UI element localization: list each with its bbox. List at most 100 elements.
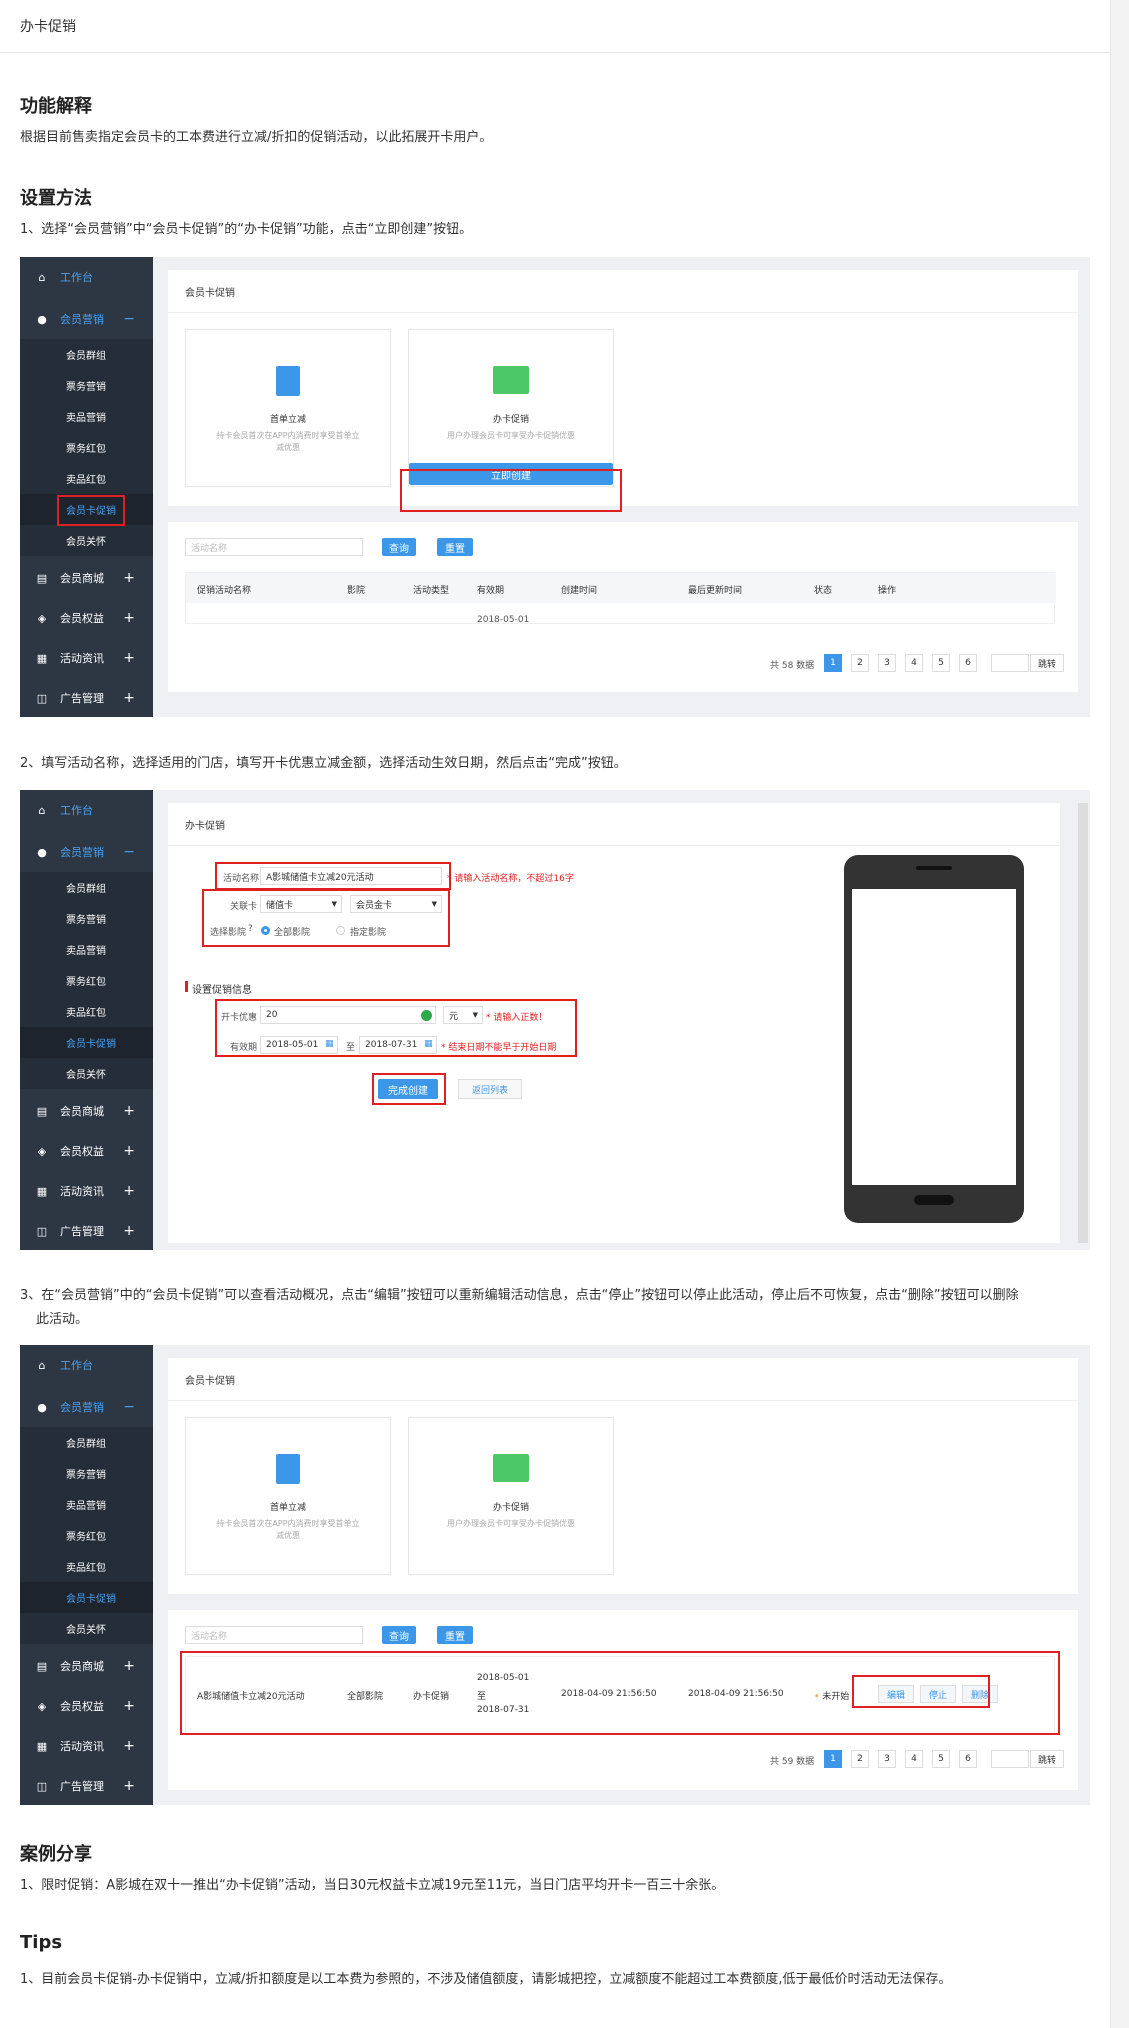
sidebar-sub-item-selected[interactable]: 会员卡促销 <box>20 1582 153 1613</box>
sidebar-sub-item[interactable]: 会员群组 <box>20 339 153 370</box>
card-title: 首单立减 <box>269 415 306 425</box>
page-button[interactable]: 1 <box>824 1750 842 1768</box>
search-input[interactable]: 活动名称 <box>185 1626 363 1644</box>
sidebar: ⌂ 工作台 ● 会员营销 − 会员群组 票务营销 卖品营销 票务红包 卖品红包 会员卡… <box>20 1345 153 1805</box>
reset-button[interactable]: 重置 <box>437 1626 473 1644</box>
sidebar-sub-item[interactable]: 卖品营销 <box>20 401 153 432</box>
sidebar-sub-item[interactable]: 会员关怀 <box>20 525 153 556</box>
plus-icon: + <box>123 570 135 586</box>
sidebar-item-member-marketing[interactable]: ● 会员营销 − <box>20 832 153 872</box>
first-order-card[interactable]: 首单立减 持卡会员首次在APP内消费时享受首单立 减优惠 <box>185 1417 391 1575</box>
sidebar-item-mall[interactable]: ▤ 会员商城 + <box>20 558 153 598</box>
sidebar-sub-item[interactable]: 卖品营销 <box>20 934 153 965</box>
label: 活动资讯 <box>60 652 104 665</box>
home-button-icon <box>914 1195 954 1205</box>
sidebar-sub-item[interactable]: 票务红包 <box>20 1520 153 1551</box>
sidebar-sub-item[interactable]: 票务红包 <box>20 432 153 463</box>
label: 会员权益 <box>60 612 104 625</box>
sidebar-item-ads[interactable]: ◫ 广告管理 + <box>20 1766 153 1805</box>
sidebar-item-member-marketing[interactable]: ● 会员营销 − <box>20 299 153 339</box>
label: 广告管理 <box>60 1225 104 1238</box>
sidebar-item-news[interactable]: ▦ 活动资讯 + <box>20 1171 153 1211</box>
sidebar-sub-item[interactable]: 会员群组 <box>20 872 153 903</box>
sidebar-item-workbench[interactable]: ⌂ 工作台 <box>20 1345 153 1385</box>
card-promo-card[interactable]: 办卡促销 用户办理会员卡可享受办卡促销优惠 立即创建 <box>408 329 614 487</box>
sidebar-item-workbench[interactable]: ⌂ 工作台 <box>20 790 153 830</box>
minus-icon: − <box>123 311 135 327</box>
page-button[interactable]: 4 <box>905 654 923 672</box>
page-button[interactable]: 6 <box>959 654 977 672</box>
store-icon: ▤ <box>36 1660 48 1673</box>
sidebar: ⌂ 工作台 ● 会员营销 − 会员群组 票务营销 卖品营销 票务红包 卖品红包 会员卡… <box>20 257 153 717</box>
sidebar-sub-item[interactable]: 会员关怀 <box>20 1613 153 1644</box>
page-button[interactable]: 5 <box>932 1750 950 1768</box>
sidebar-item-mall[interactable]: ▤ 会员商城 + <box>20 1646 153 1686</box>
label: 会员营销 <box>60 313 104 326</box>
sidebar-sub-item[interactable]: 会员群组 <box>20 1427 153 1458</box>
sidebar-sub-item[interactable]: 卖品营销 <box>20 1489 153 1520</box>
jump-input[interactable] <box>991 654 1029 672</box>
page-button[interactable]: 4 <box>905 1750 923 1768</box>
column-header: 影院 <box>347 586 366 596</box>
page-button[interactable]: 3 <box>878 654 896 672</box>
page-button[interactable]: 3 <box>878 1750 896 1768</box>
query-button[interactable]: 查询 <box>382 1626 416 1644</box>
sidebar-item-ads[interactable]: ◫ 广告管理 + <box>20 1211 153 1250</box>
page-button[interactable]: 1 <box>824 654 842 672</box>
highlight-box <box>372 1073 446 1105</box>
search-input[interactable]: 活动名称 <box>185 538 363 556</box>
minus-icon: − <box>123 844 135 860</box>
sidebar-sub-item[interactable]: 票务营销 <box>20 1458 153 1489</box>
sidebar-sub-item[interactable]: 票务红包 <box>20 965 153 996</box>
sidebar-sub-item-selected[interactable]: 会员卡促销 <box>20 1027 153 1058</box>
page-button[interactable]: 2 <box>851 654 869 672</box>
screenshot-1: ⌂ 工作台 ● 会员营销 − 会员群组 票务营销 卖品营销 票务红包 卖品红包 会员卡… <box>20 257 1090 717</box>
scrollbar[interactable] <box>1110 0 1129 2028</box>
sidebar-item-rights[interactable]: ◈ 会员权益 + <box>20 598 153 638</box>
page-button[interactable]: 2 <box>851 1750 869 1768</box>
sidebar-sub-item[interactable]: 卖品红包 <box>20 463 153 494</box>
card-title: 办卡促销 <box>492 415 529 425</box>
sidebar-sub-item[interactable]: 票务营销 <box>20 370 153 401</box>
sidebar-item-rights[interactable]: ◈ 会员权益 + <box>20 1131 153 1171</box>
card-icon <box>493 366 529 394</box>
plus-icon: + <box>123 1738 135 1754</box>
promo-card: 会员卡促销 首单立减 持卡会员首次在APP内消费时享受首单立 减优惠 办卡促销 … <box>168 270 1078 512</box>
sidebar-item-ads[interactable]: ◫ 广告管理 + <box>20 678 153 717</box>
query-button[interactable]: 查询 <box>382 538 416 556</box>
first-order-card[interactable]: 首单立减 持卡会员首次在APP内消费时享受首单立 减优惠 <box>185 329 391 487</box>
document-icon: ▦ <box>36 1185 48 1198</box>
list-card: 活动名称 查询 重置 促销活动名称 影院 活动类型 有效期 创建时间 最后更新时… <box>168 522 1078 692</box>
jump-button[interactable]: 跳转 <box>1030 654 1064 672</box>
user-icon: ● <box>37 1401 47 1414</box>
page-button[interactable]: 6 <box>959 1750 977 1768</box>
card-promo-card[interactable]: 办卡促销 用户办理会员卡可享受办卡促销优惠 <box>408 1417 614 1575</box>
jump-button[interactable]: 跳转 <box>1030 1750 1064 1768</box>
sidebar-item-rights[interactable]: ◈ 会员权益 + <box>20 1686 153 1726</box>
plus-icon: + <box>123 1143 135 1159</box>
sidebar-item-workbench[interactable]: ⌂ 工作台 <box>20 257 153 297</box>
badge-icon: ◈ <box>37 1700 47 1713</box>
reset-button[interactable]: 重置 <box>437 538 473 556</box>
column-header: 状态 <box>814 586 833 596</box>
page-button[interactable]: 5 <box>932 654 950 672</box>
sidebar-item-news[interactable]: ▦ 活动资讯 + <box>20 638 153 678</box>
sidebar-item-mall[interactable]: ▤ 会员商城 + <box>20 1091 153 1131</box>
sidebar-sub-item[interactable]: 票务营销 <box>20 903 153 934</box>
jump-input[interactable] <box>991 1750 1029 1768</box>
sidebar-item-member-marketing[interactable]: ● 会员营销 − <box>20 1387 153 1427</box>
section-title: 案例分享 <box>20 1844 92 1865</box>
sidebar-sub-item[interactable]: 卖品红包 <box>20 1551 153 1582</box>
label: 会员营销 <box>60 1401 104 1414</box>
sidebar-sub-item[interactable]: 会员关怀 <box>20 1058 153 1089</box>
back-to-list-button[interactable]: 返回列表 <box>458 1079 522 1099</box>
promo-card: 会员卡促销 首单立减 持卡会员首次在APP内消费时享受首单立 减优惠 办卡促销 … <box>168 1358 1078 1594</box>
label: 工作台 <box>60 804 93 817</box>
divider <box>168 845 1060 846</box>
plus-icon: + <box>123 610 135 626</box>
scrollbar[interactable] <box>1078 803 1088 1243</box>
plus-icon: + <box>123 650 135 666</box>
sidebar-item-news[interactable]: ▦ 活动资讯 + <box>20 1726 153 1766</box>
card-header: 会员卡促销 <box>185 288 235 299</box>
sidebar-sub-item[interactable]: 卖品红包 <box>20 996 153 1027</box>
